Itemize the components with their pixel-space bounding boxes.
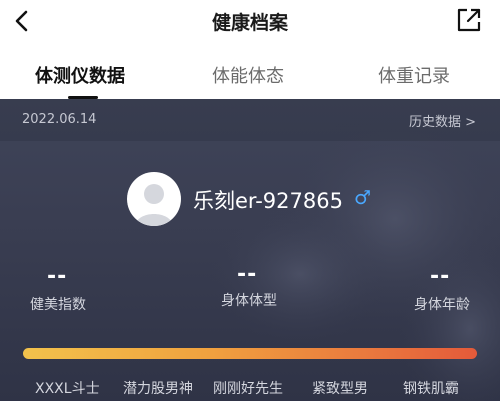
tab-bar: 体测仪数据 体能体态 体重记录 xyxy=(0,52,500,96)
body-age-label: 身体年龄 xyxy=(414,297,470,313)
top-bar: 健康档案 xyxy=(0,0,500,44)
level-label: XXXL斗士 xyxy=(35,381,100,397)
page-title: 健康档案 xyxy=(211,12,288,34)
record-date: 2022.06.14 xyxy=(22,112,97,127)
body-type-value: -- xyxy=(237,262,258,287)
user-silhouette-icon xyxy=(135,184,173,226)
tab-fitness-posture[interactable]: 体能体态 xyxy=(212,62,284,88)
tab-weight-record[interactable]: 体重记录 xyxy=(378,62,450,88)
fitness-index-value: -- xyxy=(47,264,68,289)
history-data-link[interactable]: 历史数据 > xyxy=(409,111,476,130)
body-type-label: 身体体型 xyxy=(221,293,277,309)
share-button[interactable] xyxy=(456,7,482,33)
fitness-level-bar xyxy=(23,348,477,359)
external-link-icon xyxy=(457,8,481,32)
level-label: 紧致型男 xyxy=(312,381,368,397)
username: 乐刻er-927865 xyxy=(193,189,343,213)
level-label: 潜力股男神 xyxy=(123,381,193,397)
avatar[interactable] xyxy=(127,172,181,226)
body-data-panel: 2022.06.14 历史数据 > 乐刻er-927865 ♂ -- 健美指数 … xyxy=(0,99,500,401)
male-icon: ♂ xyxy=(354,187,372,209)
tab-device-data[interactable]: 体测仪数据 xyxy=(35,62,125,88)
date-row: 2022.06.14 历史数据 > xyxy=(0,99,500,141)
body-age-value: -- xyxy=(430,264,451,289)
level-label: 刚刚好先生 xyxy=(213,381,283,397)
level-label: 钢铁肌霸 xyxy=(403,381,459,397)
fitness-index-label: 健美指数 xyxy=(30,297,86,313)
